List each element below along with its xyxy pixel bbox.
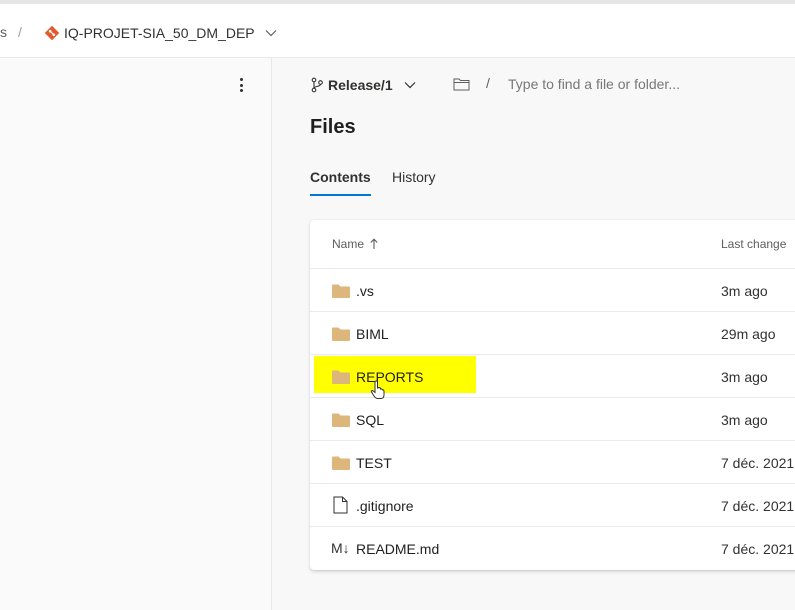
- main-content: Release/1 / Files Contents History Name …: [272, 58, 795, 610]
- tab-history[interactable]: History: [392, 169, 436, 185]
- chevron-down-icon[interactable]: [264, 26, 278, 40]
- last-change: 3m ago: [721, 412, 768, 428]
- table-header: Name Last change: [310, 220, 795, 269]
- last-change: 7 déc. 2021: [721, 455, 795, 471]
- branch-selector[interactable]: Release/1: [310, 74, 417, 96]
- table-row-biml[interactable]: BIML 29m ago: [310, 312, 795, 355]
- column-header-name[interactable]: Name: [332, 237, 379, 251]
- repo-icon: [44, 25, 60, 41]
- table-row-gitignore[interactable]: .gitignore 7 déc. 2021: [310, 484, 795, 527]
- repo-name-link[interactable]: IQ-PROJET-SIA_50_DM_DEP: [64, 25, 255, 41]
- file-name: .gitignore: [356, 498, 414, 514]
- last-change: 29m ago: [721, 326, 776, 342]
- column-header-last-change[interactable]: Last change: [721, 237, 786, 251]
- file-name: BIML: [356, 326, 389, 342]
- folder-icon: [332, 370, 350, 384]
- chevron-down-icon: [404, 82, 416, 89]
- file-list-table: Name Last change .vs 3m ago BIML 29m ago: [310, 220, 795, 570]
- last-change: 3m ago: [721, 369, 768, 385]
- breadcrumb-separator: /: [18, 24, 22, 40]
- table-row-reports[interactable]: REPORTS 3m ago: [310, 355, 795, 399]
- last-change: 7 déc. 2021: [721, 541, 795, 557]
- file-icon: [333, 496, 348, 514]
- table-row-test[interactable]: TEST 7 déc. 2021: [310, 441, 795, 484]
- top-bar: s / IQ-PROJET-SIA_50_DM_DEP: [0, 0, 795, 58]
- more-options-icon[interactable]: [234, 74, 248, 96]
- folder-icon: [332, 413, 350, 427]
- table-row-readme[interactable]: M↓ README.md 7 déc. 2021: [310, 527, 795, 570]
- last-change: 3m ago: [721, 283, 768, 299]
- column-name-label: Name: [332, 237, 365, 251]
- folder-icon: [332, 327, 350, 341]
- file-name: .vs: [356, 283, 374, 299]
- arrow-up-icon: [370, 238, 378, 249]
- path-separator: /: [486, 75, 490, 91]
- folder-icon: [332, 284, 350, 298]
- left-panel: [0, 58, 272, 610]
- table-row-vs[interactable]: .vs 3m ago: [310, 269, 795, 312]
- folder-icon: [332, 456, 350, 470]
- branch-label: Release/1: [328, 77, 393, 93]
- markdown-icon: M↓: [331, 540, 350, 556]
- branch-icon: [311, 77, 323, 93]
- page-title: Files: [310, 116, 356, 138]
- file-name: README.md: [356, 541, 440, 557]
- file-name: TEST: [356, 455, 392, 471]
- file-search-input[interactable]: [508, 72, 778, 96]
- hand-cursor-icon: [370, 380, 385, 399]
- folder-outline-icon[interactable]: [453, 77, 470, 91]
- table-row-sql[interactable]: SQL 3m ago: [310, 398, 795, 441]
- last-change: 7 déc. 2021: [721, 498, 795, 514]
- file-name: REPORTS: [356, 369, 424, 385]
- breadcrumb-previous[interactable]: s: [0, 24, 7, 40]
- file-name: SQL: [356, 412, 385, 428]
- tab-contents[interactable]: Contents: [310, 169, 371, 196]
